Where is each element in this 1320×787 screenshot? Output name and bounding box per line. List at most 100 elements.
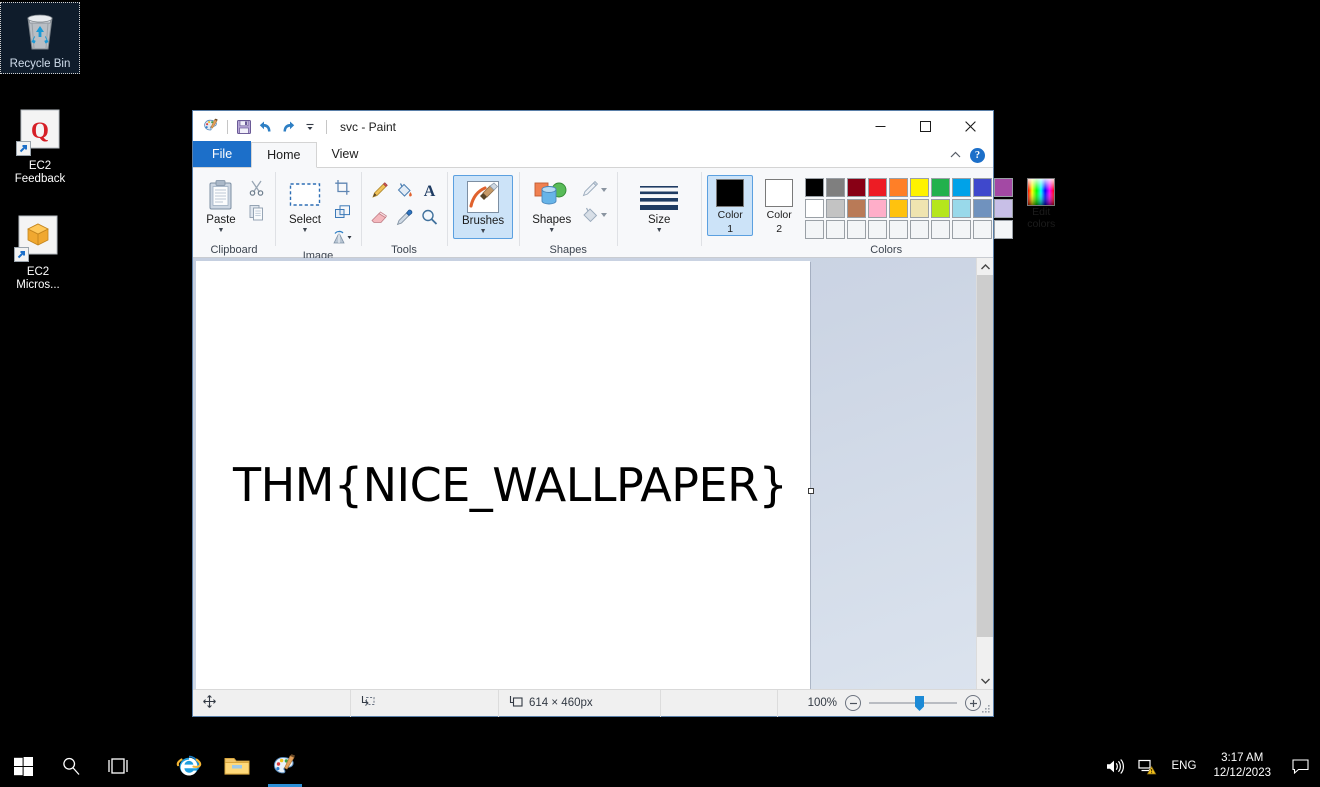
palette-swatch-r1-c7[interactable] — [931, 178, 951, 197]
scrollbar-track[interactable] — [977, 275, 993, 672]
magnifier-button[interactable] — [417, 204, 441, 230]
color-2-button[interactable]: Color 2 — [756, 175, 802, 236]
speaker-icon[interactable] — [1098, 745, 1131, 787]
resize-grip[interactable] — [981, 704, 991, 714]
desktop-icon-ec2-microsoft[interactable]: EC2 Micros... — [0, 214, 76, 292]
palette-swatch-r3-c5[interactable] — [889, 220, 909, 239]
palette-swatch-r2-c4[interactable] — [868, 199, 888, 218]
palette-swatch-r3-c10[interactable] — [994, 220, 1014, 239]
desktop-icon-ec2-feedback[interactable]: Q EC2 Feedback — [2, 108, 78, 186]
palette-swatch-r2-c9[interactable] — [973, 199, 993, 218]
collapse-ribbon-button[interactable] — [950, 146, 961, 164]
size-button[interactable]: Size ▼ — [623, 177, 695, 236]
palette-swatch-r1-c9[interactable] — [973, 178, 993, 197]
customize-qat-icon[interactable] — [299, 116, 321, 138]
help-button[interactable]: ? — [970, 147, 985, 163]
action-center-button[interactable] — [1281, 745, 1320, 787]
desktop-icon-recycle-bin[interactable]: Recycle Bin — [0, 2, 80, 74]
network-warning-icon[interactable] — [1131, 745, 1165, 787]
palette-swatch-r1-c1[interactable] — [805, 178, 825, 197]
palette-swatch-r3-c6[interactable] — [910, 220, 930, 239]
maximize-button[interactable] — [903, 111, 948, 142]
separator — [227, 119, 228, 134]
shapes-label: Shapes — [532, 214, 572, 226]
scroll-up-button[interactable] — [977, 258, 993, 275]
tab-file[interactable]: File — [193, 141, 252, 167]
palette-swatch-r3-c8[interactable] — [952, 220, 972, 239]
start-button[interactable] — [0, 745, 47, 787]
scroll-down-button[interactable] — [977, 672, 993, 689]
language-indicator[interactable]: ENG — [1165, 745, 1204, 787]
clock[interactable]: 3:17 AM 12/12/2023 — [1203, 745, 1281, 787]
paint-window: svc - Paint File Home View ? Paste ▼ Cli… — [192, 110, 1056, 717]
canvas-resize-handle-right[interactable] — [808, 488, 814, 494]
zoom-in-button[interactable] — [965, 695, 981, 711]
palette-swatch-r2-c3[interactable] — [847, 199, 867, 218]
shapes-button[interactable]: Shapes ▼ — [525, 173, 578, 236]
palette-swatch-r2-c1[interactable] — [805, 199, 825, 218]
palette-swatch-r1-c5[interactable] — [889, 178, 909, 197]
crop-button[interactable] — [329, 175, 355, 199]
palette-swatch-r2-c6[interactable] — [910, 199, 930, 218]
fill-with-color-button[interactable] — [392, 177, 416, 203]
palette-swatch-r3-c4[interactable] — [868, 220, 888, 239]
edit-colors-button[interactable]: Edit colors — [1017, 175, 1065, 230]
text-tool-button[interactable]: A — [417, 177, 441, 203]
taskbar-paint[interactable] — [261, 745, 309, 787]
tab-view[interactable]: View — [317, 141, 374, 167]
vertical-scrollbar[interactable] — [976, 258, 993, 689]
palette-swatch-r2-c10[interactable] — [994, 199, 1014, 218]
fill-button[interactable] — [578, 202, 611, 226]
palette-swatch-r3-c9[interactable] — [973, 220, 993, 239]
palette-swatch-r1-c2[interactable] — [826, 178, 846, 197]
palette-swatch-r1-c6[interactable] — [910, 178, 930, 197]
rotate-button[interactable] — [329, 225, 355, 249]
save-icon[interactable] — [233, 116, 255, 138]
paint-canvas[interactable]: THM{NICE_WALLPAPER} — [196, 261, 814, 689]
svg-text:Q: Q — [31, 118, 49, 143]
scrollbar-thumb[interactable] — [977, 275, 993, 637]
palette-swatch-r2-c7[interactable] — [931, 199, 951, 218]
palette-swatch-r1-c8[interactable] — [952, 178, 972, 197]
palette-swatch-r1-c4[interactable] — [868, 178, 888, 197]
brushes-button[interactable]: Brushes ▼ — [453, 175, 514, 239]
task-view-button[interactable] — [94, 745, 141, 787]
undo-icon[interactable] — [255, 116, 277, 138]
copy-button[interactable] — [243, 200, 269, 224]
paste-button[interactable]: Paste ▼ — [199, 173, 243, 236]
title-bar[interactable]: svc - Paint — [193, 111, 993, 142]
resize-button[interactable] — [329, 200, 355, 224]
color-1-button[interactable]: Color 1 — [707, 175, 754, 236]
palette-swatch-r3-c3[interactable] — [847, 220, 867, 239]
shapes-icon — [533, 176, 571, 214]
paint-palette-icon[interactable] — [200, 116, 222, 138]
taskbar-internet-explorer[interactable] — [165, 745, 213, 787]
palette-swatch-r1-c10[interactable] — [994, 178, 1014, 197]
palette-swatch-r3-c1[interactable] — [805, 220, 825, 239]
taskbar-file-explorer[interactable] — [213, 745, 261, 787]
tab-home[interactable]: Home — [251, 142, 317, 168]
minimize-button[interactable] — [858, 111, 903, 142]
eraser-tool-button[interactable] — [367, 204, 391, 230]
select-button[interactable]: Select ▼ — [281, 173, 329, 236]
pencil-tool-button[interactable] — [367, 177, 391, 203]
chevron-down-icon: ▼ — [655, 227, 663, 234]
cut-button[interactable] — [243, 175, 269, 199]
palette-swatch-r3-c7[interactable] — [931, 220, 951, 239]
close-button[interactable] — [948, 111, 993, 142]
color-2-label-line1: Color — [766, 209, 792, 221]
canvas-work-area[interactable]: THM{NICE_WALLPAPER} — [193, 258, 993, 689]
desktop-icon-label-line1: EC2 — [26, 266, 50, 278]
palette-swatch-r1-c3[interactable] — [847, 178, 867, 197]
palette-swatch-r2-c8[interactable] — [952, 199, 972, 218]
zoom-slider-thumb[interactable] — [915, 696, 924, 711]
search-button[interactable] — [47, 745, 94, 787]
palette-swatch-r3-c2[interactable] — [826, 220, 846, 239]
palette-swatch-r2-c2[interactable] — [826, 199, 846, 218]
outline-button[interactable] — [578, 177, 611, 201]
zoom-slider[interactable] — [869, 696, 957, 711]
zoom-out-button[interactable] — [845, 695, 861, 711]
color-picker-button[interactable] — [392, 204, 416, 230]
redo-icon[interactable] — [277, 116, 299, 138]
palette-swatch-r2-c5[interactable] — [889, 199, 909, 218]
